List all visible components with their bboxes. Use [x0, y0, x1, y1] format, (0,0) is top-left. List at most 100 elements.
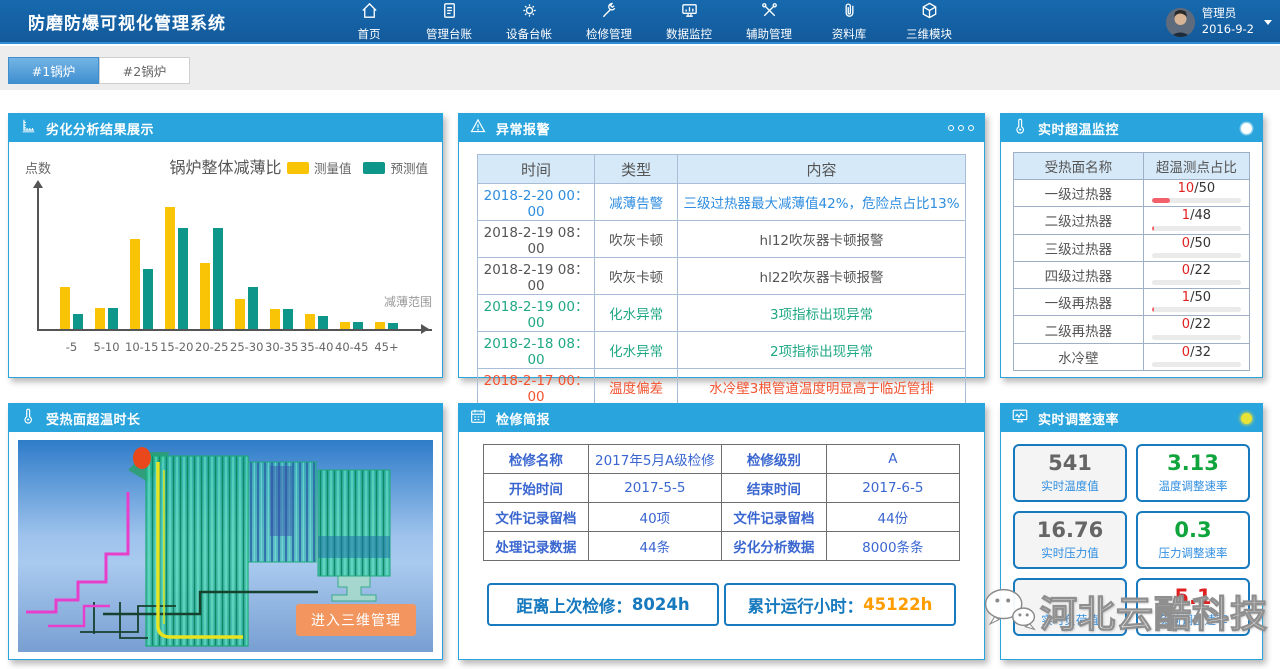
x-tick-label: 40-45	[335, 340, 368, 354]
overtemp-row: 三级过热器0/50	[1014, 234, 1250, 261]
bar-group	[90, 308, 123, 329]
panel-overtemp-duration-3d: 受热面超温时长	[8, 403, 443, 660]
card-load-adjust-rate: 5.1 负荷调整速率	[1136, 578, 1250, 636]
legend-swatch-predict	[363, 162, 385, 174]
gear-icon	[520, 1, 539, 24]
nav-item-aux[interactable]: 辅助管理	[736, 0, 802, 42]
bar-group	[55, 287, 88, 329]
bar-预测值	[318, 316, 328, 329]
status-indicator-icon[interactable]	[1241, 123, 1252, 134]
thermometer-icon	[1011, 117, 1029, 139]
bar-预测值	[73, 314, 83, 329]
panel-header: 检修简报	[459, 404, 984, 432]
adjust-cards: 541 实时温度值 3.13 温度调整速率 16.76 实时压力值 0.3 压力…	[1001, 432, 1262, 648]
overtemp-row: 一级再热器1/50	[1014, 289, 1250, 316]
x-tick-label: 15-20	[160, 340, 193, 354]
tools-icon	[760, 1, 779, 24]
bar-测量值	[200, 263, 210, 329]
x-tick-labels: -55-1010-1515-2020-2525-3030-3535-4040-4…	[55, 340, 403, 354]
bar-group	[335, 322, 368, 329]
x-axis	[37, 329, 432, 331]
home-icon	[360, 1, 379, 24]
since-last-maintenance-button[interactable]: 距离上次检修：8024h	[487, 583, 719, 626]
bar-预测值	[213, 228, 223, 329]
panel-header: 实时超温监控	[1001, 114, 1262, 142]
dashboard: 防磨防爆可视化管理系统 首页 管理台账 设备台帐 检修管理 数据监控	[0, 0, 1280, 669]
bar-测量值	[340, 322, 350, 329]
panel-header: 异常报警	[459, 114, 984, 142]
alarm-row: 2018-2-17 00：00温度偏差水冷壁3根管道温度明显高于临近管排	[478, 369, 966, 406]
panel-title: 劣化分析结果展示	[46, 119, 154, 138]
app-title: 防磨防爆可视化管理系统	[28, 9, 226, 34]
panel-title: 受热面超温时长	[46, 409, 141, 428]
bar-测量值	[165, 207, 175, 329]
alarm-row: 2018-2-18 08：00化水异常2项指标出现异常	[478, 332, 966, 369]
bar-预测值	[143, 269, 153, 329]
panel-adjust-rate: 实时调整速率 541 实时温度值 3.13 温度调整速率 16.76 实时压力值…	[1000, 403, 1263, 660]
maintenance-row: 检修名称2017年5月A级检修 检修级别A	[484, 445, 960, 474]
cube-icon	[920, 1, 939, 24]
maintenance-row: 文件记录留档40项 文件记录留档44份	[484, 503, 960, 532]
paperclip-icon	[840, 1, 859, 24]
nav-item-library[interactable]: 资料库	[816, 0, 882, 42]
bar-预测值	[388, 323, 398, 329]
panel-options-dots[interactable]	[948, 125, 974, 131]
user-menu[interactable]: 管理员 2016-9-2	[1166, 0, 1254, 44]
boiler-tabstrip: #1锅炉 #2锅炉	[0, 46, 1280, 90]
panel-title: 检修简报	[496, 409, 550, 428]
user-date: 2016-9-2	[1202, 22, 1254, 38]
warning-triangle-icon	[469, 117, 487, 139]
bar-预测值	[108, 308, 118, 329]
tab-boiler-1[interactable]: #1锅炉	[8, 57, 99, 84]
caret-down-icon[interactable]	[1264, 20, 1272, 25]
panel-title: 实时超温监控	[1038, 119, 1119, 138]
nav-item-ledger[interactable]: 管理台账	[416, 0, 482, 42]
card-temperature-adjust-rate: 3.13 温度调整速率	[1136, 444, 1250, 502]
main-nav: 首页 管理台账 设备台帐 检修管理 数据监控 辅助管理	[336, 0, 962, 42]
y-axis	[37, 183, 39, 331]
card-realtime-load: 实时负荷值	[1013, 578, 1127, 636]
overtemp-bar-track	[1152, 362, 1241, 367]
nav-item-equipment[interactable]: 设备台帐	[496, 0, 562, 42]
maintenance-body: 检修名称2017年5月A级检修 检修级别A 开始时间2017-5-5 结束时间2…	[459, 432, 984, 638]
total-running-hours-button[interactable]: 累计运行小时：45122h	[724, 583, 956, 626]
overtemp-row: 一级过热器10/50	[1014, 180, 1250, 207]
boiler-3d-viewport[interactable]: 进入三维管理	[9, 432, 442, 660]
bar-预测值	[248, 287, 258, 329]
nav-item-3d-module[interactable]: 三维模块	[896, 0, 962, 42]
x-tick-label: 35-40	[300, 340, 333, 354]
x-tick-label: 5-10	[90, 340, 123, 354]
status-indicator-icon[interactable]	[1241, 413, 1252, 424]
alarm-row: 2018-2-19 08：00吹灰卡顿hl22吹灰器卡顿报警	[478, 258, 966, 295]
tab-boiler-2[interactable]: #2锅炉	[99, 57, 190, 84]
panel-degradation-analysis: 劣化分析结果展示 点数 锅炉整体减薄比 测量值 预测值 减薄范围 -55-101…	[8, 113, 443, 378]
overtemp-bar-track	[1152, 198, 1241, 203]
nav-item-maintenance[interactable]: 检修管理	[576, 0, 642, 42]
overtemp-bar-track	[1152, 335, 1241, 340]
overtemp-bar-fill	[1152, 307, 1155, 312]
bar-group	[230, 287, 263, 329]
bar-预测值	[353, 322, 363, 329]
overtemp-row: 二级再热器0/22	[1014, 316, 1250, 343]
enter-3d-management-button[interactable]: 进入三维管理	[296, 604, 416, 636]
alarm-row: 2018-2-19 00：00化水异常3项指标出现异常	[478, 295, 966, 332]
panel-header: 实时调整速率	[1001, 404, 1262, 432]
overtemp-bar-track	[1152, 253, 1241, 258]
overtemp-row: 水冷壁0/32	[1014, 343, 1250, 370]
bar-测量值	[270, 309, 280, 329]
bar-测量值	[95, 308, 105, 329]
maintenance-row: 开始时间2017-5-5 结束时间2017-6-5	[484, 474, 960, 503]
nav-item-data-monitor[interactable]: 数据监控	[656, 0, 722, 42]
overtemp-bar-track	[1152, 280, 1241, 285]
bar-groups	[55, 194, 403, 329]
monitor-chart-icon	[680, 1, 699, 24]
nav-item-home[interactable]: 首页	[336, 0, 402, 42]
bar-group	[160, 207, 193, 329]
legend-swatch-measure	[287, 162, 309, 174]
panel-abnormal-alarms: 异常报警 时间 类型 内容 2018-2-20 00：00减薄告警三级过热器最大…	[458, 113, 985, 378]
legend-measure: 测量值	[287, 158, 352, 177]
degradation-chart: 点数 锅炉整体减薄比 测量值 预测值 减薄范围 -55-1010-1515-20…	[9, 142, 442, 378]
ruler-icon	[19, 117, 37, 139]
alarm-header-row: 时间 类型 内容	[478, 155, 966, 184]
card-pressure-adjust-rate: 0.3 压力调整速率	[1136, 511, 1250, 569]
